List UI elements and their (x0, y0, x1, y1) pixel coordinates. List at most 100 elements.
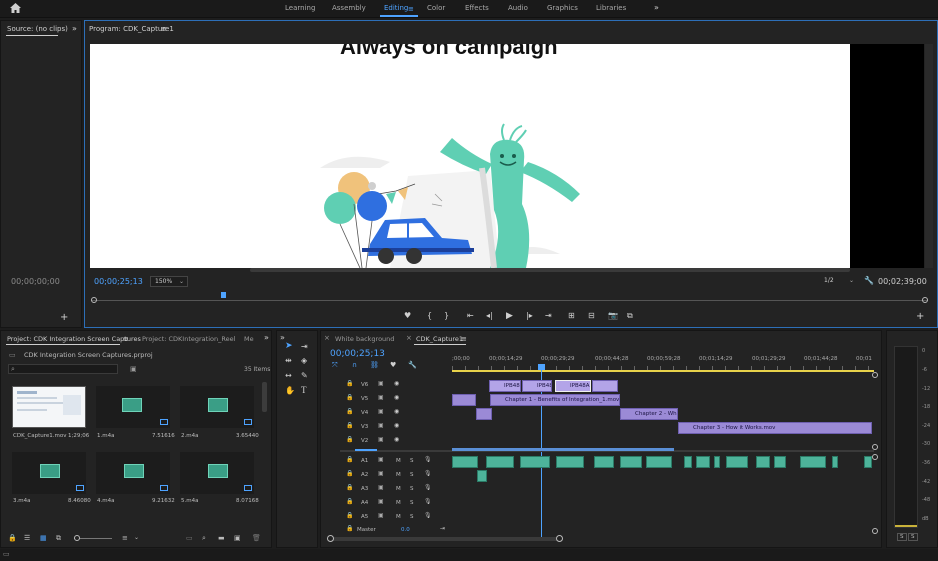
timeline-clip[interactable]: Chapter 3 - How it Works.mov (678, 422, 872, 434)
solo-left-button[interactable]: S (897, 533, 907, 541)
lift-icon[interactable]: ⊞ (568, 311, 575, 320)
eye-icon[interactable]: ◉ (394, 394, 399, 401)
eye-icon[interactable]: ◉ (394, 436, 399, 443)
audio-clip[interactable] (684, 456, 692, 468)
microphone-icon[interactable]: 🎙 (424, 512, 432, 519)
project-item-audio[interactable] (180, 452, 254, 494)
extract-icon[interactable]: ⊟ (588, 311, 595, 320)
program-scrub-bar[interactable] (91, 292, 928, 306)
audio-clip[interactable] (594, 456, 614, 468)
program-add-button[interactable]: + (916, 311, 924, 322)
home-icon[interactable] (10, 3, 21, 15)
lock-track-icon[interactable]: 🔒 (346, 456, 353, 463)
microphone-icon[interactable]: 🎙 (424, 456, 432, 463)
microphone-icon[interactable]: 🎙 (424, 498, 432, 505)
master-volume[interactable]: 0.0 (401, 527, 410, 533)
program-tab-menu-icon[interactable]: ≡ (161, 25, 167, 33)
program-horizontal-scrollbar[interactable] (250, 268, 850, 272)
thumbnail-size-slider[interactable] (74, 535, 112, 541)
go-to-out-icon[interactable]: ⇥ (545, 311, 552, 320)
slip-tool-icon[interactable]: ↔ (285, 371, 292, 380)
new-item-icon[interactable]: ▣ (234, 534, 241, 542)
timeline-vertical-scroll-handle[interactable] (872, 528, 878, 534)
automate-icon[interactable]: ▭ (186, 534, 193, 542)
mute-button[interactable]: M (396, 486, 401, 492)
audio-clip[interactable] (620, 456, 642, 468)
audio-track-header-a5[interactable]: 🔒 A5 ▣ M S 🎙 (340, 512, 452, 524)
audio-clip[interactable] (520, 456, 550, 468)
source-add-button[interactable]: + (60, 312, 68, 323)
mark-out-icon[interactable]: } (444, 311, 449, 320)
mark-in-icon[interactable]: { (427, 311, 432, 320)
type-tool-icon[interactable]: T (301, 385, 307, 395)
lock-track-icon[interactable]: 🔒 (346, 380, 353, 387)
workspace-tab-audio[interactable]: Audio (508, 4, 528, 12)
timeline-clip[interactable]: IPB48 (522, 380, 552, 392)
timeline-clip[interactable]: IPB48 (489, 380, 521, 392)
snap-icon[interactable]: ∩ (352, 361, 357, 369)
comparison-view-icon[interactable]: ⧉ (627, 311, 633, 321)
audio-clip[interactable] (726, 456, 748, 468)
program-timecode[interactable]: 00;00;25;13 (94, 277, 143, 286)
chevron-down-icon[interactable]: ⌄ (134, 534, 139, 541)
audio-clip[interactable] (756, 456, 770, 468)
zoom-select[interactable]: 150% ⌄ (150, 276, 188, 287)
workspace-tab-assembly[interactable]: Assembly (332, 4, 366, 12)
linked-selection-icon[interactable]: ⛓ (370, 361, 379, 369)
play-icon[interactable]: ▶ (506, 311, 513, 321)
project-tab-menu-icon[interactable]: ≡ (123, 335, 129, 343)
microphone-icon[interactable]: 🎙 (424, 484, 432, 491)
sync-lock-icon[interactable]: ▣ (378, 380, 384, 387)
ripple-edit-tool-icon[interactable]: ⇹ (285, 356, 292, 365)
workspace-tab-effects[interactable]: Effects (465, 4, 489, 12)
mute-button[interactable]: M (396, 514, 401, 520)
new-bin-icon[interactable]: ▬ (218, 534, 225, 542)
audio-clip[interactable] (556, 456, 584, 468)
sync-lock-icon[interactable]: ▣ (378, 408, 384, 415)
go-to-in-icon[interactable]: ⇤ (467, 311, 474, 320)
solo-button[interactable]: S (410, 500, 414, 506)
solo-button[interactable]: S (410, 486, 414, 492)
wrench-icon[interactable]: 🔧 (864, 276, 874, 285)
timeline-vertical-scroll-handle[interactable] (872, 454, 878, 460)
status-message-icon[interactable]: ▭ (3, 550, 10, 558)
program-vertical-scrollbar[interactable] (925, 44, 933, 268)
trash-icon[interactable]: 🗑 (252, 534, 261, 542)
lock-track-icon[interactable]: 🔒 (346, 394, 353, 401)
video-track-header-v6[interactable]: 🔒 V6 ▣ ◉ (340, 380, 452, 392)
audio-clip[interactable] (486, 456, 514, 468)
project-tab-screen-captures[interactable]: Project: CDK Integration Screen Captures (7, 335, 141, 343)
add-marker-icon[interactable]: ♥ (404, 311, 411, 320)
project-panel-more-icon[interactable]: » (264, 333, 269, 342)
workspace-menu-icon[interactable]: ≡ (408, 5, 414, 13)
microphone-icon[interactable]: 🎙 (424, 470, 432, 477)
find-icon[interactable]: ⌕ (202, 534, 206, 543)
sync-lock-icon[interactable]: ▣ (378, 498, 384, 505)
solo-right-button[interactable]: S (908, 533, 918, 541)
resolution-select[interactable]: 1/2 ⌄ (820, 276, 856, 287)
project-tab-media[interactable]: Me (244, 335, 254, 343)
timeline-marker-icon[interactable]: ♥ (390, 361, 396, 369)
work-area-bar[interactable] (452, 370, 874, 372)
sync-lock-icon[interactable]: ▣ (378, 422, 384, 429)
track-select-tool-icon[interactable]: ⇥ (301, 342, 308, 351)
audio-clip[interactable] (696, 456, 710, 468)
mute-button[interactable]: M (396, 472, 401, 478)
source-panel-more-icon[interactable]: » (72, 24, 77, 33)
eye-icon[interactable]: ◉ (394, 408, 399, 415)
audio-clip[interactable] (864, 456, 872, 468)
audio-clip-strip[interactable] (452, 448, 674, 451)
sort-icon[interactable]: ≡ (122, 534, 128, 542)
new-search-bin-icon[interactable]: ▣ (130, 365, 137, 373)
timeline-tab-menu-icon[interactable]: ≡ (461, 335, 467, 343)
playhead-marker[interactable] (221, 292, 226, 298)
lock-track-icon[interactable]: 🔒 (346, 484, 353, 491)
project-item-audio[interactable] (96, 452, 170, 494)
timeline-clip[interactable]: Chapter 2 - What (620, 408, 678, 420)
workspace-tab-graphics[interactable]: Graphics (547, 4, 578, 12)
audio-clip[interactable] (646, 456, 672, 468)
timeline-clip[interactable]: IPB48A (555, 380, 591, 392)
timeline-vertical-scroll-handle[interactable] (872, 372, 878, 378)
timeline-settings-icon[interactable]: 🔧 (408, 361, 417, 369)
workspace-tab-libraries[interactable]: Libraries (596, 4, 626, 12)
